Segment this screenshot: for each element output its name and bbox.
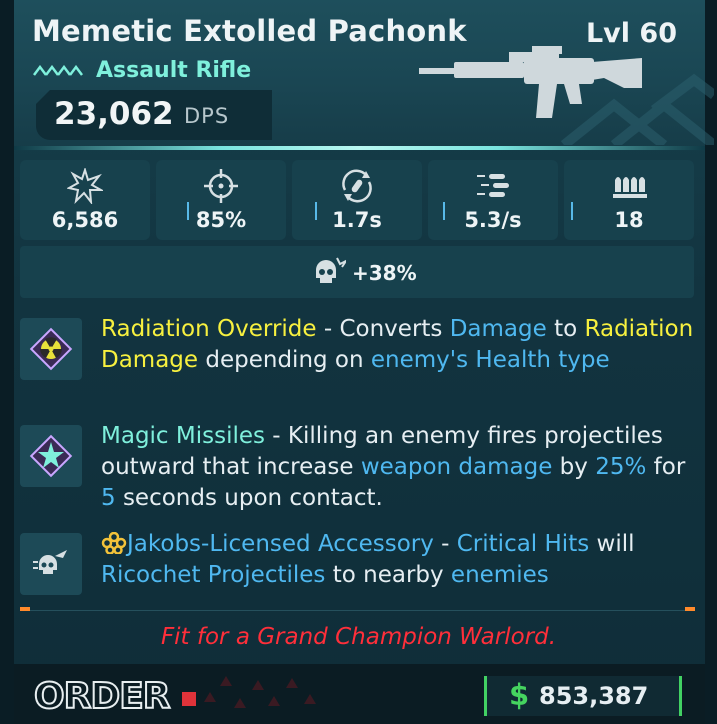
perk-name: Magic Missiles [101, 423, 265, 449]
perk-badge [20, 318, 82, 380]
stat-reload: 1.7s [292, 160, 422, 240]
perk-text-segment: - [433, 531, 457, 557]
stat-accuracy: 85% [156, 160, 286, 240]
item-footer: ORDER $ 853,387 [14, 664, 705, 724]
footer-decoration [204, 676, 316, 708]
stat-divider [187, 202, 189, 220]
stat-reload-value: 1.7s [332, 208, 382, 232]
perk-text-segment: to [546, 316, 585, 342]
dps-value: 23,062 [54, 96, 174, 132]
keyword-critical-hits: Critical Hits [456, 531, 590, 557]
magic-missiles-icon [29, 434, 73, 478]
stats-row: 6,586 85% 1.7s 5.3/s 18 [20, 160, 694, 240]
perk-name: Radiation Override [101, 316, 317, 342]
divider-accent-left [20, 607, 30, 611]
perk-name: Jakobs-Licensed Accessory [127, 531, 434, 557]
keyword-enemies: enemies [450, 562, 549, 588]
item-type: Assault Rifle [96, 58, 252, 83]
keyword-enemy-health-type: enemy's Health type [370, 347, 610, 373]
perk-text: Magic Missiles - Killing an enemy fires … [101, 421, 701, 514]
manufacturer-logo-text: ORDER [34, 676, 170, 716]
damage-burst-icon [67, 168, 103, 204]
perk-jakobs-accessory: Jakobs-Licensed Accessory - Critical Hit… [20, 529, 700, 595]
perk-badge [20, 425, 82, 487]
stat-magazine-value: 18 [614, 208, 644, 232]
currency-icon: $ [509, 678, 530, 712]
keyword-seconds: 5 [101, 485, 116, 511]
perk-magic-missiles: Magic Missiles - Killing an enemy fires … [20, 421, 700, 517]
perk-text-segment: to nearby [325, 562, 451, 588]
stat-damage: 6,586 [20, 160, 150, 240]
divider-accent-right [685, 607, 695, 611]
item-type-row: Assault Rifle [32, 58, 251, 83]
stat-fire-rate: 5.3/s [428, 160, 558, 240]
perk-text: Radiation Override - Converts Damage to … [101, 314, 701, 376]
jakobs-flower-icon [101, 531, 127, 555]
keyword-percent: 25% [595, 454, 647, 480]
stat-divider [571, 202, 573, 220]
dps-panel: 23,062 DPS [36, 90, 272, 140]
perk-text-segment: by [552, 454, 596, 480]
crit-skull-icon [316, 257, 346, 283]
perk-radiation-override: Radiation Override - Converts Damage to … [20, 314, 700, 410]
crosshair-icon [204, 169, 238, 203]
price-panel: $ 853,387 [484, 676, 682, 716]
perk-text-segment: for [646, 454, 686, 480]
keyword-weapon-damage: weapon damage [360, 454, 553, 480]
stat-fire-rate-value: 5.3/s [464, 208, 522, 232]
magazine-icon [613, 177, 647, 198]
perk-text-segment: seconds upon contact. [115, 485, 383, 511]
rarity-chevrons-icon [33, 64, 83, 76]
item-header: Memetic Extolled Pachonk Lvl 60 Assault … [14, 0, 714, 150]
fire-rate-icon [477, 174, 509, 197]
assault-rifle-icon [419, 46, 642, 118]
stat-divider [315, 202, 317, 220]
dps-unit: DPS [184, 104, 230, 128]
perk-badge [20, 533, 82, 595]
stat-divider [443, 202, 445, 220]
item-name: Memetic Extolled Pachonk [32, 14, 467, 48]
price-value: 853,387 [539, 682, 649, 710]
perk-text-segment: depending on [198, 347, 371, 373]
ricochet-skull-icon [33, 550, 67, 574]
crit-bonus-value: +38% [352, 261, 417, 285]
keyword-ricochet-projectiles: Ricochet Projectiles [101, 562, 326, 588]
keyword-damage: Damage [449, 316, 547, 342]
stat-damage-value: 6,586 [51, 208, 119, 232]
perk-text-segment: - Converts [316, 316, 450, 342]
reload-icon [342, 169, 372, 203]
stat-magazine: 18 [564, 160, 694, 240]
stat-accuracy-value: 85% [195, 208, 247, 232]
perk-text-segment: will [589, 531, 635, 557]
radiation-icon [29, 327, 73, 371]
flavor-text: Fit for a Grand Champion Warlord. [160, 624, 557, 650]
item-card: Memetic Extolled Pachonk Lvl 60 Assault … [0, 0, 717, 724]
perk-text: Jakobs-Licensed Accessory - Critical Hit… [101, 529, 701, 591]
card-left-edge [0, 0, 14, 724]
footer-divider [20, 610, 694, 611]
crit-bonus-panel: +38% [20, 246, 694, 298]
manufacturer-logo: ORDER [33, 675, 196, 716]
